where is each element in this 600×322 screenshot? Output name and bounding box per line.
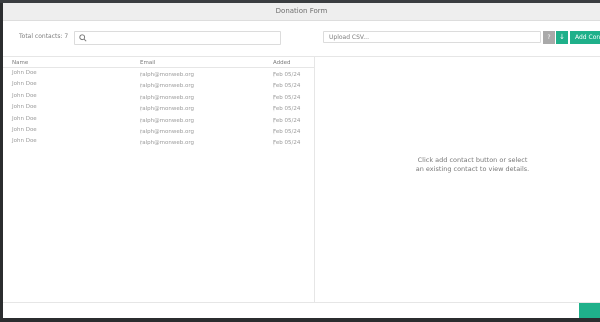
row-email: ralph@monweb.org (140, 117, 194, 124)
row-added: Feb 05/24 (273, 140, 301, 147)
row-added: Feb 05/24 (273, 94, 301, 101)
search-input[interactable] (74, 31, 281, 45)
upload-csv-input[interactable]: Upload CSV... (323, 31, 541, 43)
row-added: Feb 05/24 (273, 106, 301, 113)
row-email: ralph@monweb.org (140, 94, 194, 101)
row-added: Feb 05/24 (273, 72, 301, 78)
table-row[interactable]: John Doe | ralph@monweb.org | Feb 05/24 (3, 136, 314, 147)
download-icon: ↓ (559, 33, 565, 41)
row-name: John Doe (12, 81, 37, 88)
row-name: John Doe (12, 104, 37, 111)
row-email: ralph@monweb.org (140, 83, 194, 90)
table-row[interactable]: John Doe | ralph@monweb.org | Feb 05/24 (3, 91, 314, 102)
row-name: John Doe (12, 70, 37, 76)
modal-footer (3, 302, 600, 318)
table-row[interactable]: John Doe | ralph@monweb.org | Feb 05/24 (3, 79, 314, 90)
empty-state-hint: Click add contact button or select an ex… (415, 156, 530, 173)
footer-action-button[interactable] (579, 303, 600, 318)
search-icon (79, 34, 87, 42)
row-email: ralph@monweb.org (140, 106, 194, 113)
row-name: John Doe (12, 92, 37, 99)
bottom-strip (0, 318, 600, 322)
table-row[interactable]: John Doe | ralph@monweb.org | Feb 05/24 (3, 114, 314, 125)
donation-form-modal: Donation Form Total contacts: 7 Upload C… (3, 3, 600, 318)
row-email: ralph@monweb.org (140, 140, 194, 147)
modal-title: Donation Form (3, 3, 600, 21)
row-email: ralph@monweb.org (140, 72, 194, 78)
contacts-list-panel: Name Email Added John Doe | ralph@monweb.… (3, 56, 315, 302)
row-added: Feb 05/24 (273, 83, 301, 90)
toolbar: Total contacts: 7 Upload CSV... ? ↓ Add … (3, 21, 600, 57)
add-contact-button[interactable]: Add Contact (570, 31, 600, 44)
table-row[interactable]: John Doe | ralph@monweb.org | Feb 05/24 (3, 68, 314, 79)
row-email: ralph@monweb.org (140, 128, 194, 135)
row-name: John Doe (12, 126, 37, 133)
row-added: Feb 05/24 (273, 128, 301, 135)
table-row[interactable]: John Doe | ralph@monweb.org | Feb 05/24 (3, 102, 314, 113)
help-button[interactable]: ? (543, 31, 555, 44)
row-added: Feb 05/24 (273, 117, 301, 124)
column-header-email[interactable]: Email (140, 60, 155, 66)
table-row[interactable]: John Doe | ralph@monweb.org | Feb 05/24 (3, 125, 314, 136)
row-name: John Doe (12, 115, 37, 122)
column-header-name[interactable]: Name (12, 60, 28, 66)
row-name: John Doe (12, 138, 37, 145)
total-contacts: Total contacts: 7 (19, 33, 69, 40)
download-button[interactable]: ↓ (556, 31, 568, 44)
column-header-added[interactable]: Added (273, 60, 291, 66)
contact-detail-panel: Click add contact button or select an ex… (315, 56, 600, 302)
table-header: Name Email Added (3, 56, 314, 68)
